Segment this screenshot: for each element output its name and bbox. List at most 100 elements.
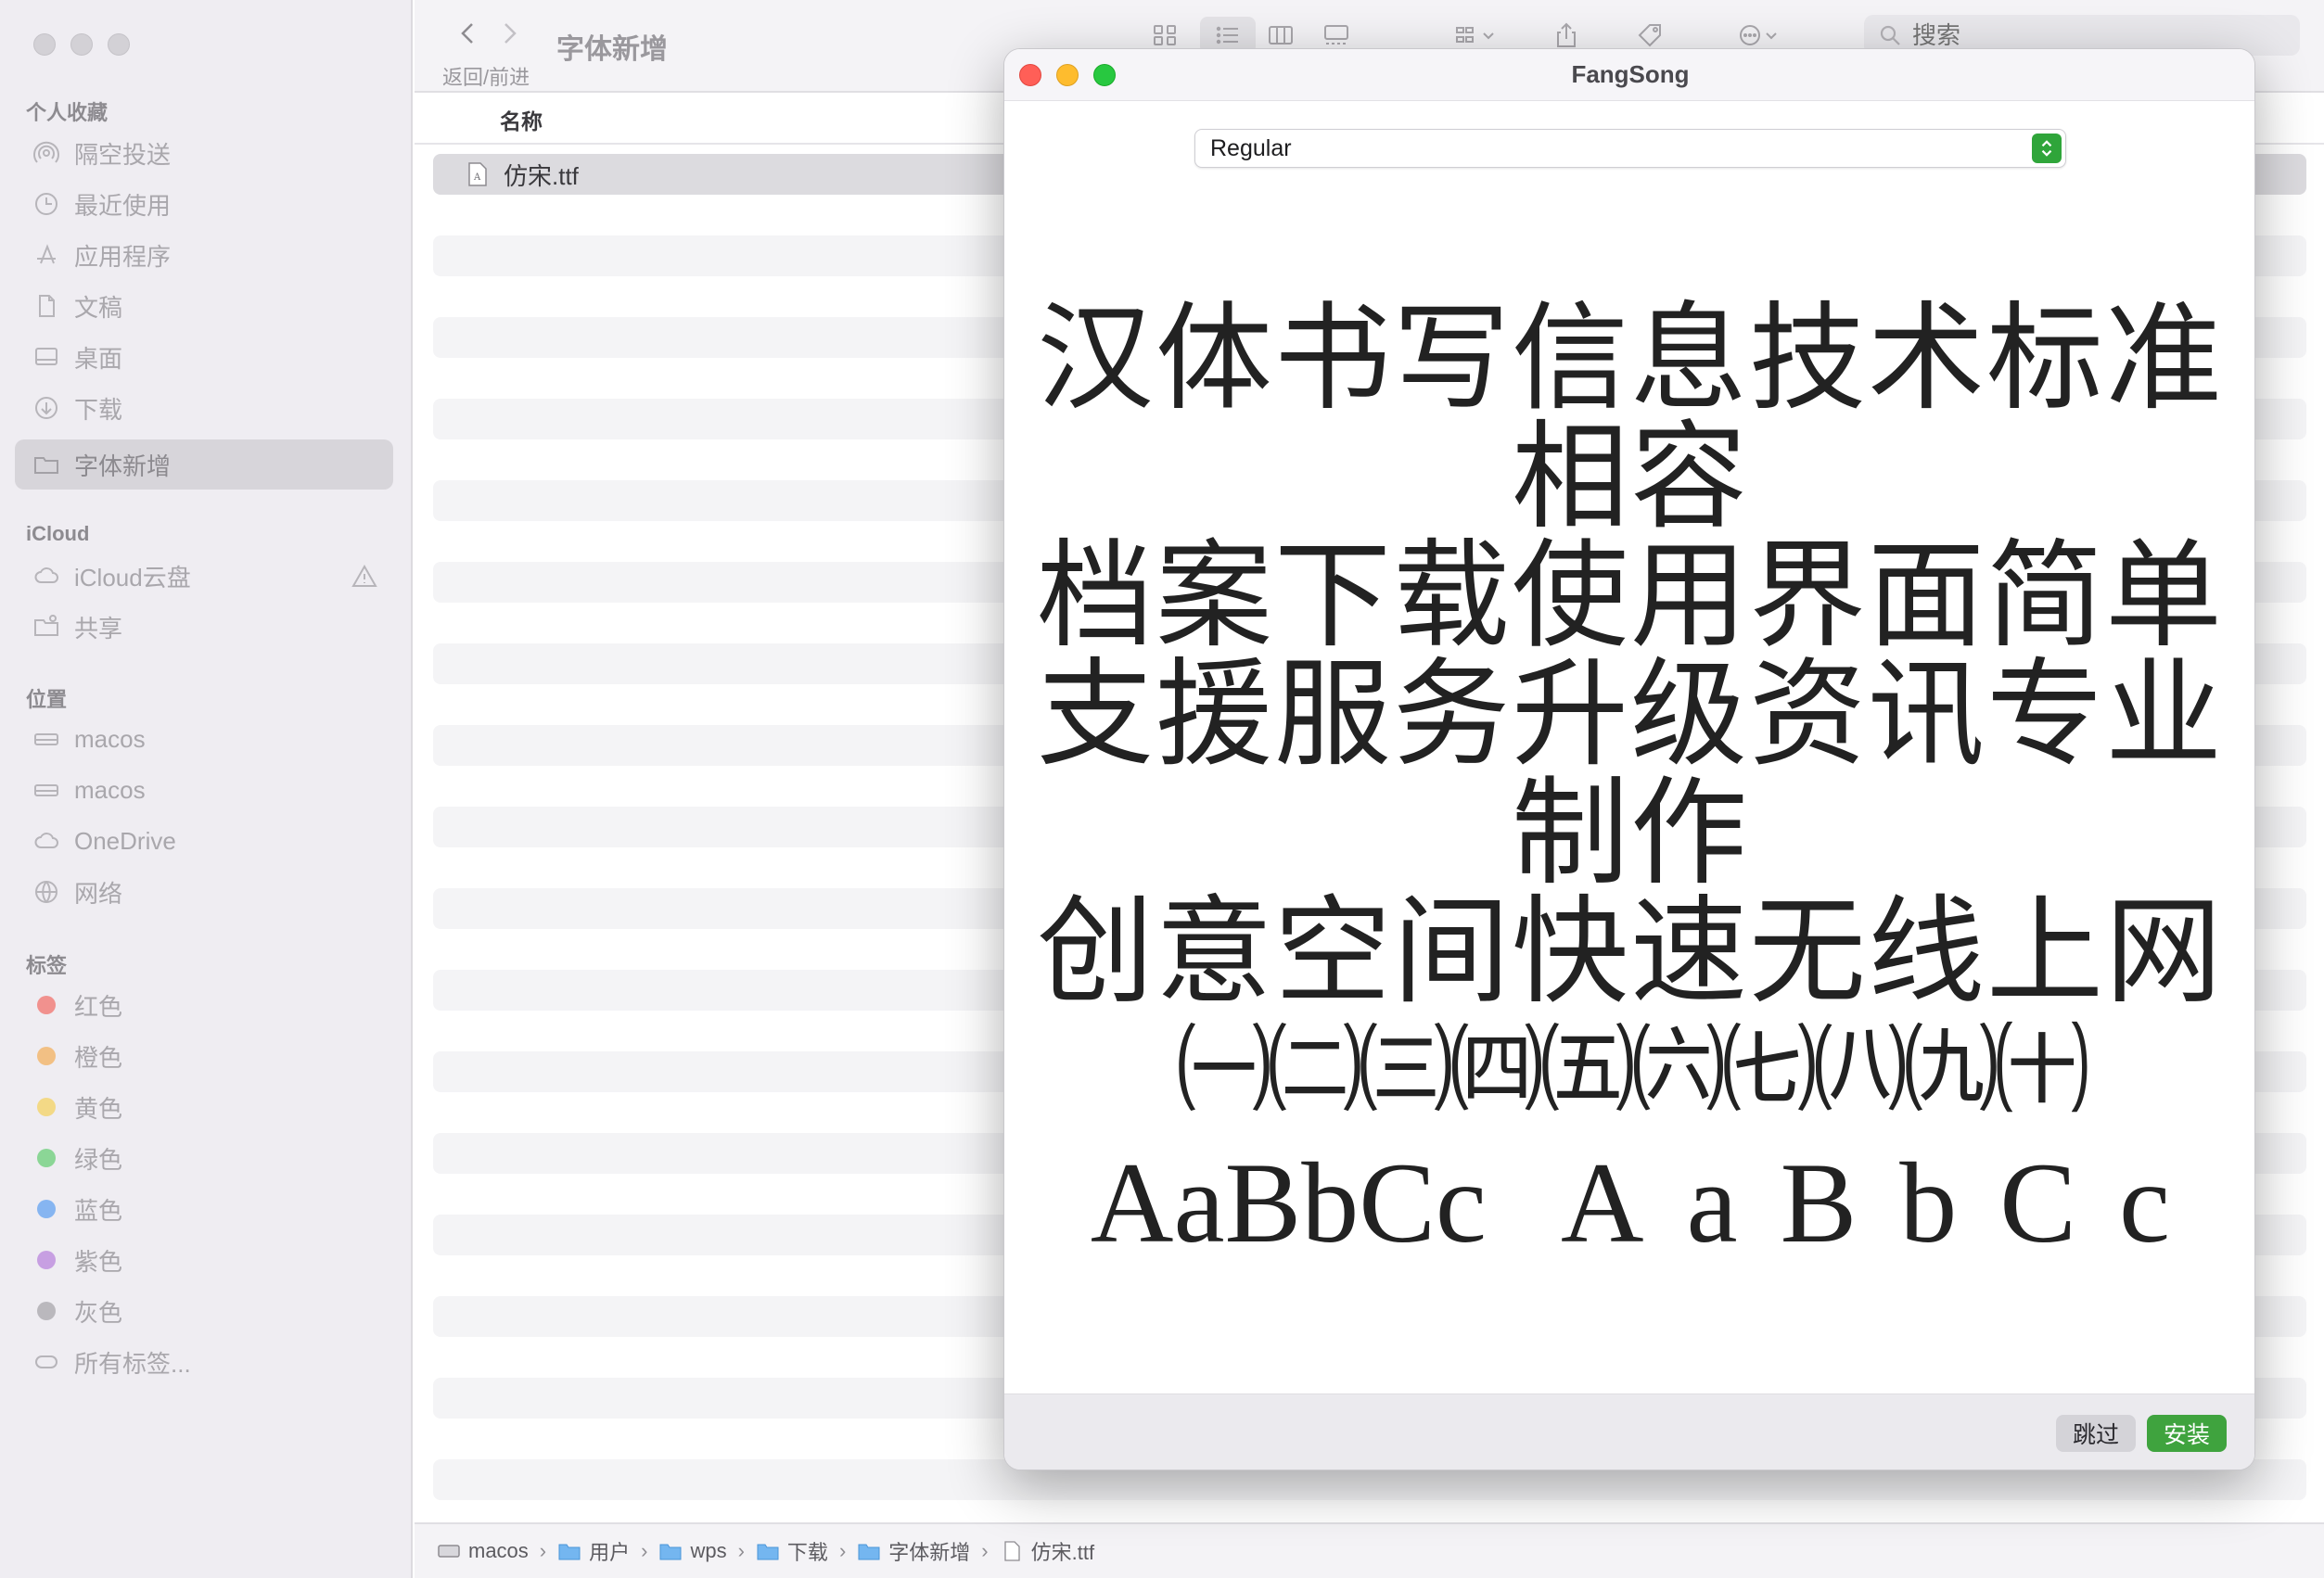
finder-sidebar: 个人收藏 隔空投送 最近使用 应用程序 文稿 桌面 下载 字体新增 iCloud… bbox=[0, 0, 413, 1578]
sidebar-item-tag-red[interactable]: 红色 bbox=[15, 980, 393, 1030]
path-item-label: 下载 bbox=[786, 1541, 828, 1564]
sidebar-item-label: 共享 bbox=[74, 614, 123, 643]
sidebar-item-recents[interactable]: 最近使用 bbox=[15, 179, 393, 229]
share-icon bbox=[1557, 22, 1576, 47]
sidebar-item-tag-purple[interactable]: 紫色 bbox=[15, 1235, 393, 1285]
select-stepper-button[interactable] bbox=[2032, 134, 2062, 163]
sidebar-item-label: 字体新增 bbox=[74, 452, 172, 480]
preview-latin-char: c bbox=[2119, 1139, 2171, 1266]
sidebar-item-label: 灰色 bbox=[74, 1298, 123, 1327]
grid-icon bbox=[1154, 25, 1176, 45]
chevron-right-icon: › bbox=[641, 1539, 648, 1562]
dialog-footer: 跳过 安装 bbox=[1004, 1393, 2254, 1470]
sidebar-item-tag-gray[interactable]: 灰色 bbox=[15, 1286, 393, 1336]
sidebar-item-tag-orange[interactable]: 橙色 bbox=[15, 1031, 393, 1081]
preview-line: 档案下载使用界面简单 bbox=[1037, 528, 2224, 664]
preview-latin-char: A bbox=[1560, 1139, 1644, 1266]
close-button[interactable] bbox=[33, 33, 56, 56]
sidebar-item-applications[interactable]: 应用程序 bbox=[15, 230, 393, 280]
sidebar-item-macos-1[interactable]: macos bbox=[15, 714, 393, 764]
sidebar-item-documents[interactable]: 文稿 bbox=[15, 281, 393, 331]
path-item-label: wps bbox=[690, 1539, 727, 1562]
sidebar-item-tag-green[interactable]: 绿色 bbox=[15, 1133, 393, 1183]
tags-section-label: 标签 bbox=[26, 954, 68, 977]
sidebar-item-onedrive[interactable]: OneDrive bbox=[15, 816, 393, 866]
sidebar-item-label: 最近使用 bbox=[74, 191, 172, 220]
icloud-section-label: iCloud bbox=[26, 522, 90, 545]
shared-folder-icon bbox=[32, 612, 61, 642]
name-column-header[interactable]: 名称 bbox=[500, 104, 543, 135]
preview-line: 创意空间快速无线上网 bbox=[1037, 884, 2224, 1020]
tag-icon bbox=[1638, 24, 1661, 47]
sidebar-item-airdrop[interactable]: 隔空投送 bbox=[15, 128, 393, 178]
skip-button[interactable]: 跳过 bbox=[2056, 1415, 2136, 1452]
path-item-label: 用户 bbox=[589, 1541, 631, 1564]
path-item-file[interactable]: 仿宋.ttf bbox=[1000, 1536, 1094, 1566]
forward-arrow-icon[interactable] bbox=[494, 17, 526, 50]
install-button[interactable]: 安装 bbox=[2147, 1415, 2227, 1452]
drive-icon bbox=[438, 1545, 460, 1558]
sidebar-item-network[interactable]: 网络 bbox=[15, 867, 393, 917]
preview-latin-pairs: AaBbCc bbox=[1090, 1139, 1487, 1266]
sidebar-item-tag-blue[interactable]: 蓝色 bbox=[15, 1184, 393, 1234]
sidebar-item-all-tags[interactable]: 所有标签... bbox=[15, 1337, 393, 1387]
zoom-button[interactable] bbox=[108, 33, 130, 56]
sidebar-item-tag-yellow[interactable]: 黄色 bbox=[15, 1082, 393, 1132]
tag-dot-icon bbox=[37, 1098, 56, 1116]
sidebar-item-label: 网络 bbox=[74, 879, 123, 908]
sidebar-item-label: 文稿 bbox=[74, 293, 123, 322]
path-item-macos[interactable]: macos bbox=[437, 1539, 529, 1563]
ellipsis-circle-icon bbox=[1740, 25, 1777, 45]
locations-section-label: 位置 bbox=[26, 688, 68, 711]
search-input[interactable] bbox=[1912, 20, 2265, 50]
document-icon bbox=[32, 291, 61, 321]
folder-icon bbox=[558, 1544, 581, 1560]
dialog-title: FangSong bbox=[1571, 60, 1690, 88]
finder-window-controls bbox=[33, 33, 130, 56]
warning-icon bbox=[351, 564, 377, 587]
font-style-select[interactable]: Regular bbox=[1194, 129, 2066, 168]
drive-icon bbox=[32, 724, 61, 754]
applications-icon bbox=[32, 240, 61, 270]
preview-latin-line: AaBbCc Aa Bb Cc bbox=[1023, 1134, 2238, 1273]
path-item-wps[interactable]: wps bbox=[658, 1539, 727, 1563]
preview-latin-char: b bbox=[1899, 1139, 1958, 1266]
preview-latin-char: a bbox=[1686, 1139, 1738, 1266]
file-name: 仿宋.ttf bbox=[504, 161, 579, 190]
sidebar-item-label: macos bbox=[74, 724, 146, 753]
sidebar-item-label: 蓝色 bbox=[74, 1196, 123, 1225]
tag-dot-icon bbox=[37, 1047, 56, 1065]
chevron-right-icon: › bbox=[737, 1539, 745, 1562]
path-item-users[interactable]: 用户 bbox=[557, 1536, 630, 1566]
group-grid-icon bbox=[1456, 27, 1494, 43]
path-item-label: 字体新增 bbox=[888, 1541, 971, 1564]
path-item-label: macos bbox=[468, 1539, 529, 1562]
sidebar-item-macos-2[interactable]: macos bbox=[15, 765, 393, 815]
all-tags-icon bbox=[32, 1347, 61, 1377]
favorites-section-label: 个人收藏 bbox=[26, 101, 109, 124]
path-item-font-folder[interactable]: 字体新增 bbox=[857, 1536, 970, 1566]
path-item-downloads[interactable]: 下载 bbox=[756, 1536, 828, 1566]
sidebar-item-shared[interactable]: 共享 bbox=[15, 602, 393, 652]
tag-dot-icon bbox=[37, 1251, 56, 1269]
sidebar-item-icloud-drive[interactable]: iCloud云盘 bbox=[15, 551, 393, 601]
sidebar-item-label: 黄色 bbox=[74, 1094, 123, 1123]
minimize-button[interactable] bbox=[70, 33, 93, 56]
back-arrow-icon[interactable] bbox=[452, 17, 483, 50]
tag-dot-icon bbox=[37, 1302, 56, 1320]
globe-icon bbox=[32, 877, 61, 907]
dialog-titlebar: FangSong bbox=[1004, 49, 2254, 101]
sidebar-item-label: 所有标签... bbox=[74, 1349, 191, 1378]
folder-icon bbox=[32, 450, 61, 479]
sidebar-item-label: 桌面 bbox=[74, 344, 123, 373]
chevron-up-down-icon bbox=[2041, 140, 2052, 157]
svg-text:A: A bbox=[473, 172, 481, 183]
sidebar-item-font-folder[interactable]: 字体新增 bbox=[15, 439, 393, 490]
airdrop-icon bbox=[32, 138, 61, 168]
tag-dot-icon bbox=[37, 996, 56, 1014]
preview-line: 支援服务升级资讯专业制作 bbox=[1037, 646, 2224, 901]
preview-latin-char: C bbox=[1999, 1139, 2077, 1266]
sidebar-item-label: 下载 bbox=[74, 395, 123, 424]
sidebar-item-desktop[interactable]: 桌面 bbox=[15, 332, 393, 382]
sidebar-item-downloads[interactable]: 下载 bbox=[15, 383, 393, 433]
